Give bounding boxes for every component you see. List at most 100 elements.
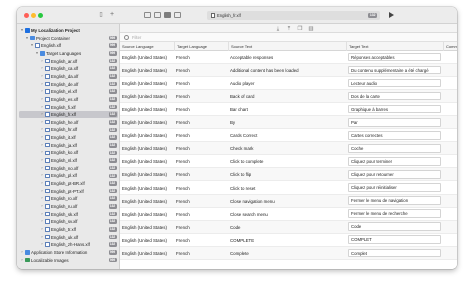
disclosure-collapsed-icon[interactable]: › [40, 73, 44, 80]
disclosure-collapsed-icon[interactable]: › [40, 81, 44, 88]
delete-icon[interactable]: ▥ [308, 26, 314, 32]
disclosure-collapsed-icon[interactable]: › [40, 241, 44, 248]
disclosure-collapsed-icon[interactable]: › [40, 226, 44, 233]
disclosure-collapsed-icon[interactable]: › [40, 142, 44, 149]
sidebar-item[interactable]: › English_it.xlf 132 [19, 134, 118, 141]
sidebar-item[interactable]: › English_uk.xlf 132 [19, 234, 118, 241]
comment-cell[interactable] [443, 168, 457, 181]
sidebar-item[interactable]: › English_nl.xlf 132 [19, 157, 118, 164]
sidebar-item[interactable]: › English_de.xlf 132 [19, 81, 118, 88]
view-mode-3-icon[interactable] [164, 12, 171, 18]
column-header-comment[interactable]: Comment [443, 42, 457, 51]
comment-cell[interactable] [443, 195, 457, 208]
view-mode-1-icon[interactable] [144, 12, 151, 18]
sidebar-item[interactable]: › English_es.xlf 132 [19, 96, 118, 103]
sidebar-item[interactable]: › English_ro.xlf 132 [19, 195, 118, 202]
table-row[interactable]: English (United States) French Click to fl… [120, 168, 457, 182]
comment-cell[interactable] [443, 116, 457, 129]
target-text-field[interactable]: Par [348, 118, 441, 127]
comment-cell[interactable] [443, 234, 457, 247]
comment-cell[interactable] [443, 142, 457, 155]
table-row[interactable]: English (United States) French Click to co… [120, 155, 457, 169]
sidebar-toggle-icon[interactable]: ▯ [97, 11, 105, 19]
sidebar-item[interactable]: › English_da.xlf 132 [19, 73, 118, 80]
table-row[interactable]: English (United States) French Cards Corre… [120, 129, 457, 143]
comment-cell[interactable] [443, 129, 457, 142]
close-window-button[interactable] [24, 13, 29, 18]
add-icon[interactable]: + [108, 11, 116, 19]
disclosure-expanded-icon[interactable]: ▾ [20, 27, 24, 34]
column-header-source-text[interactable]: Source Text [228, 42, 346, 51]
sidebar-item[interactable]: › English_hr.xlf 132 [19, 126, 118, 133]
disclosure-collapsed-icon[interactable]: › [40, 188, 44, 195]
table-row[interactable]: English (United States) French Close searc… [120, 208, 457, 221]
table-row[interactable]: English (United States) French Acceptable … [120, 51, 457, 64]
column-header-target-text[interactable]: Target Text [346, 42, 443, 51]
comment-cell[interactable] [443, 208, 457, 221]
comment-cell[interactable] [443, 182, 457, 195]
sidebar-item[interactable]: › English_fi.xlf 132 [19, 104, 118, 111]
table-row[interactable]: English (United States) French COMPLETE COM… [120, 234, 457, 247]
play-icon[interactable] [389, 11, 394, 18]
disclosure-collapsed-icon[interactable]: › [40, 134, 44, 141]
column-header-target-language[interactable]: Target Language [174, 42, 228, 51]
column-header-source-language[interactable]: Source Language [120, 42, 174, 51]
sidebar-item[interactable]: › English_pt-PT.xlf 132 [19, 188, 118, 195]
table-row[interactable]: English (United States) French Code Code [120, 220, 457, 234]
disclosure-collapsed-icon[interactable]: › [40, 104, 44, 111]
sidebar-item[interactable]: ▾ English.xlf 999 [19, 42, 118, 49]
view-mode-4-icon[interactable] [174, 12, 181, 18]
sidebar-item[interactable]: ▾ Target Languages 999 [19, 50, 118, 57]
sidebar-item[interactable]: ▾ My Localization Project [19, 27, 118, 34]
sidebar-item[interactable]: › English_no.xlf 132 [19, 165, 118, 172]
comment-cell[interactable] [443, 64, 457, 77]
sidebar-item[interactable]: › English_ko.xlf 132 [19, 149, 118, 156]
document-tab[interactable]: English_fr.xlf 132 [207, 11, 380, 20]
disclosure-collapsed-icon[interactable]: › [40, 203, 44, 210]
sidebar-item[interactable]: › English_ru.xlf 132 [19, 203, 118, 210]
target-text-field[interactable]: Complet [348, 248, 441, 258]
target-text-field[interactable]: Cartes correctes [348, 131, 441, 140]
target-text-field[interactable]: Cliquez pour terminer [348, 157, 441, 166]
table-row[interactable]: English (United States) French Complete Com… [120, 246, 457, 260]
zoom-window-button[interactable] [38, 13, 43, 18]
sidebar-item[interactable]: › English_sv.xlf 132 [19, 218, 118, 225]
disclosure-collapsed-icon[interactable]: › [40, 211, 44, 218]
comment-cell[interactable] [443, 77, 457, 90]
sidebar-item[interactable]: › English_ja.xlf 132 [19, 142, 118, 149]
sidebar-item[interactable]: ▾ Project Container 999 [19, 35, 118, 42]
sidebar-item[interactable]: › English_tr.xlf 132 [19, 226, 118, 233]
disclosure-collapsed-icon[interactable]: › [40, 157, 44, 164]
import-icon[interactable]: ⤓ [275, 26, 281, 32]
disclosure-collapsed-icon[interactable]: › [20, 249, 24, 256]
target-text-field[interactable]: Graphique à barres [348, 104, 441, 114]
table-row[interactable]: English (United States) French Check mark C… [120, 142, 457, 156]
target-text-field[interactable]: Code [348, 222, 441, 231]
comment-cell[interactable] [443, 103, 457, 116]
sidebar-item[interactable]: › English_zh-Hans.xlf 132 [19, 241, 118, 248]
disclosure-collapsed-icon[interactable]: › [40, 111, 44, 118]
disclosure-collapsed-icon[interactable]: › [40, 65, 44, 72]
comment-cell[interactable] [443, 247, 457, 260]
target-text-field[interactable]: Dos de la carte [348, 91, 441, 101]
disclosure-collapsed-icon[interactable]: › [40, 58, 44, 65]
table-row[interactable]: English (United States) French By Par [120, 116, 457, 130]
disclosure-collapsed-icon[interactable]: › [40, 218, 44, 225]
sidebar-item[interactable]: › Application Store Information 999 [19, 249, 118, 256]
disclosure-collapsed-icon[interactable]: › [40, 180, 44, 187]
view-mode-2-icon[interactable] [154, 12, 161, 18]
target-text-field[interactable]: Lecteur audio [348, 78, 441, 88]
sidebar-item[interactable]: › Localizable Images 999 [19, 257, 118, 264]
sidebar-item[interactable]: › English_fr.xlf 132 [19, 111, 118, 119]
target-text-field[interactable]: Coche [348, 144, 441, 153]
disclosure-collapsed-icon[interactable]: › [40, 88, 44, 95]
target-text-field[interactable]: Fermer le menu de recherche [348, 209, 441, 218]
sidebar-item[interactable]: › English_pt-BR.xlf 132 [19, 180, 118, 187]
target-text-field[interactable]: Cliquez pour retourner [348, 170, 441, 179]
target-text-field[interactable]: Réponses acceptables [348, 52, 441, 62]
disclosure-collapsed-icon[interactable]: › [40, 165, 44, 172]
table-row[interactable]: English (United States) French Back of car… [120, 90, 457, 104]
target-text-field[interactable]: Du contenu supplémentaire a été chargé [348, 65, 441, 75]
disclosure-collapsed-icon[interactable]: › [20, 257, 24, 264]
table-row[interactable]: English (United States) French Click to re… [120, 182, 457, 195]
